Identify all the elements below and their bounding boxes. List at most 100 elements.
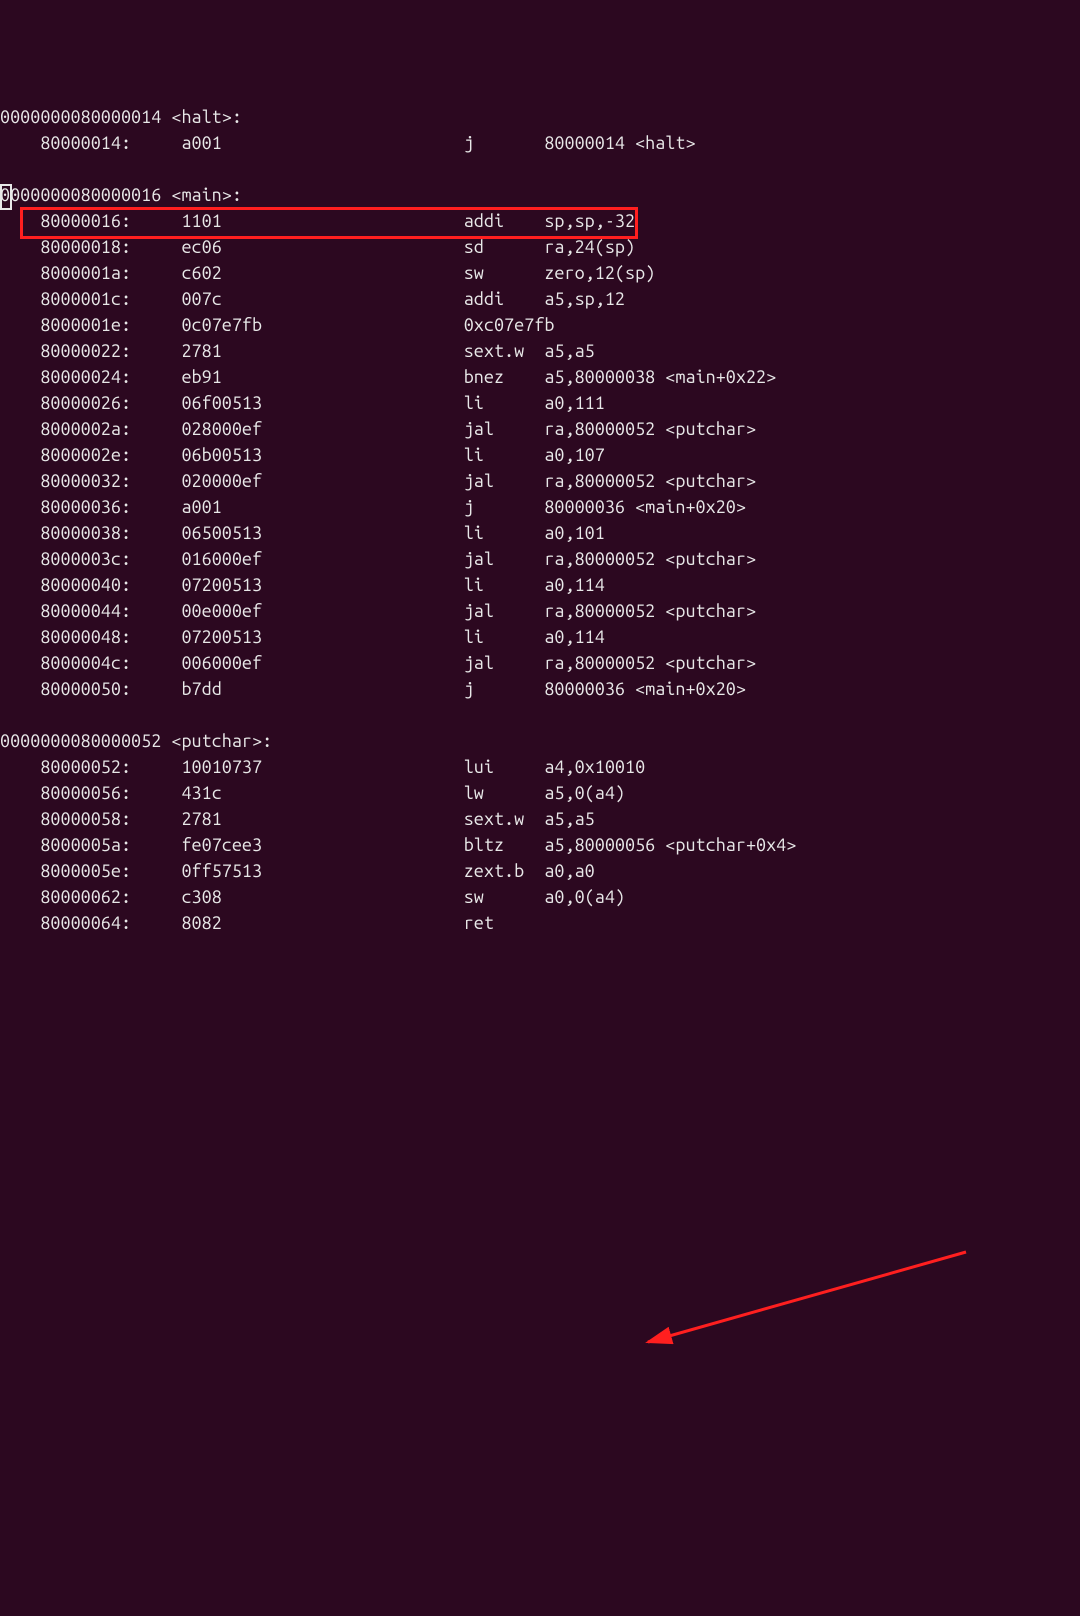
mnemonic: li [464,445,545,465]
opcode: 00e000ef [181,601,463,621]
mnemonic: j [464,679,545,699]
section-header: 0000000080000016 <main>: [0,182,1080,208]
mnemonic: lw [464,783,545,803]
disasm-line: 80000036: a001 j 80000036 <main+0x20> [0,494,1080,520]
operands: a4,0x10010 [544,757,645,777]
address: 80000032: [40,471,181,491]
disasm-line: 80000040: 07200513 li a0,114 [0,572,1080,598]
opcode: 007c [181,289,463,309]
mnemonic: li [464,575,545,595]
operands: a0,a0 [544,861,594,881]
operands: 80000036 <main+0x20> [544,497,746,517]
address: 8000005a: [40,835,181,855]
blank-line [0,702,1080,728]
address: 8000002a: [40,419,181,439]
operands: a5,a5 [544,809,594,829]
disasm-line: 80000032: 020000ef jal ra,80000052 <putc… [0,468,1080,494]
mnemonic: addi [464,289,545,309]
operands: 80000036 <main+0x20> [544,679,746,699]
operands: zero,12(sp) [544,263,655,283]
operands: a5,80000056 <putchar+0x4> [544,835,796,855]
mnemonic: sw [464,887,545,907]
disasm-line: 80000050: b7dd j 80000036 <main+0x20> [0,676,1080,702]
operands: sp,sp,-32 [544,211,635,231]
disasm-line: 80000064: 8082 ret [0,910,1080,936]
address: 80000018: [40,237,181,257]
address: 80000014: [40,133,181,153]
opcode: ec06 [181,237,463,257]
operands: ra,80000052 <putchar> [544,601,756,621]
address: 80000062: [40,887,181,907]
address: 80000036: [40,497,181,517]
mnemonic: 0xc07e7fb [464,315,555,335]
opcode: 06b00513 [181,445,463,465]
mnemonic: addi [464,211,545,231]
disasm-line: 80000044: 00e000ef jal ra,80000052 <putc… [0,598,1080,624]
mnemonic: jal [464,549,545,569]
address: 80000016: [40,211,181,231]
disasm-line: 80000056: 431c lw a5,0(a4) [0,780,1080,806]
mnemonic: li [464,627,545,647]
opcode: 0ff57513 [181,861,463,881]
operands: ra,80000052 <putchar> [544,653,756,673]
blank-line [0,156,1080,182]
address: 80000024: [40,367,181,387]
disasm-line: 8000001c: 007c addi a5,sp,12 [0,286,1080,312]
disasm-line: 80000062: c308 sw a0,0(a4) [0,884,1080,910]
disasm-line: 8000003c: 016000ef jal ra,80000052 <putc… [0,546,1080,572]
opcode: 020000ef [181,471,463,491]
address: 80000022: [40,341,181,361]
operands: a0,111 [544,393,604,413]
opcode: eb91 [181,367,463,387]
opcode: 10010737 [181,757,463,777]
opcode: 006000ef [181,653,463,673]
address: 80000056: [40,783,181,803]
mnemonic: bnez [464,367,545,387]
operands: ra,80000052 <putchar> [544,471,756,491]
opcode: 06f00513 [181,393,463,413]
opcode: c602 [181,263,463,283]
address: 80000044: [40,601,181,621]
opcode: a001 [181,497,463,517]
address: 80000058: [40,809,181,829]
operands: a5,0(a4) [544,783,625,803]
mnemonic: li [464,523,545,543]
mnemonic: li [464,393,545,413]
address: 8000002e: [40,445,181,465]
operands: a5,a5 [544,341,594,361]
mnemonic: sext.w [464,341,545,361]
mnemonic: sext.w [464,809,545,829]
disasm-line: 80000058: 2781 sext.w a5,a5 [0,806,1080,832]
mnemonic: bltz [464,835,545,855]
opcode: 0c07e7fb [181,315,463,335]
disasm-line: 80000026: 06f00513 li a0,111 [0,390,1080,416]
mnemonic: jal [464,601,545,621]
mnemonic: ret [464,913,545,933]
operands: a0,114 [544,575,604,595]
disasm-line: 80000052: 10010737 lui a4,0x10010 [0,754,1080,780]
annotation-arrow [0,1118,1080,1616]
disasm-line: 8000004c: 006000ef jal ra,80000052 <putc… [0,650,1080,676]
disassembly-output: 0000000080000014 <halt>: 80000014: a001 … [0,104,1080,962]
operands: ra,80000052 <putchar> [544,419,756,439]
address: 80000038: [40,523,181,543]
disasm-line: 8000002e: 06b00513 li a0,107 [0,442,1080,468]
blank-line [0,936,1080,962]
disasm-line: 8000001e: 0c07e7fb 0xc07e7fb [0,312,1080,338]
disasm-line: 80000014: a001 j 80000014 <halt> [0,130,1080,156]
disasm-line: 8000001a: c602 sw zero,12(sp) [0,260,1080,286]
address: 8000003c: [40,549,181,569]
opcode: 028000ef [181,419,463,439]
disasm-line: 8000005a: fe07cee3 bltz a5,80000056 <put… [0,832,1080,858]
opcode: 016000ef [181,549,463,569]
operands: a5,80000038 <main+0x22> [544,367,776,387]
opcode: fe07cee3 [181,835,463,855]
address: 80000040: [40,575,181,595]
mnemonic: lui [464,757,545,777]
operands: a0,107 [544,445,604,465]
disasm-line: 80000038: 06500513 li a0,101 [0,520,1080,546]
disasm-line: 8000005e: 0ff57513 zext.b a0,a0 [0,858,1080,884]
operands: 80000014 <halt> [544,133,695,153]
opcode: 431c [181,783,463,803]
opcode: a001 [181,133,463,153]
